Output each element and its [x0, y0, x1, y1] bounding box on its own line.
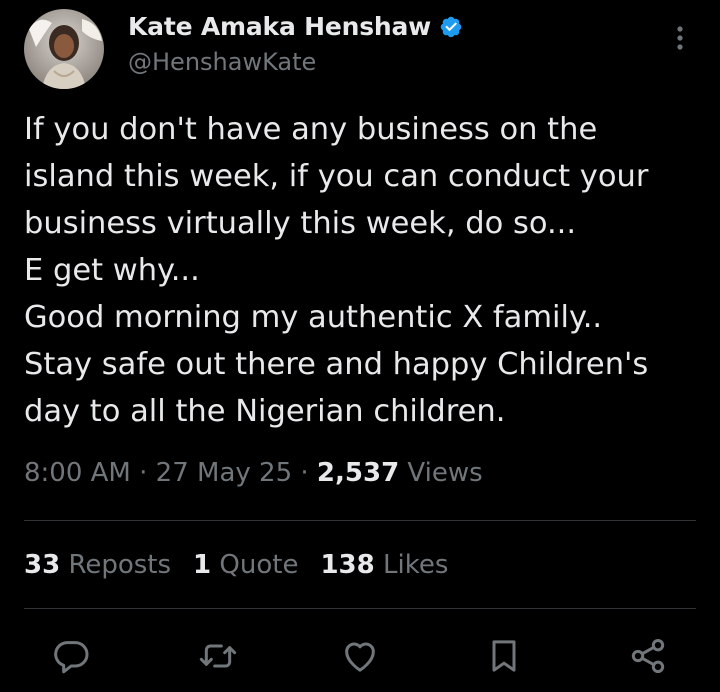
- tweet-line: business virtually this week, do so...: [24, 206, 577, 241]
- quotes-count: 1: [193, 550, 212, 580]
- avatar[interactable]: [24, 9, 104, 89]
- divider: [24, 608, 696, 609]
- author-handle[interactable]: @HenshawKate: [128, 48, 316, 76]
- heart-icon[interactable]: [340, 636, 380, 676]
- tweet-line: Good morning my authentic X family..: [24, 300, 603, 335]
- tweet-text: If you don't have any business on the is…: [24, 106, 709, 435]
- tweet-line: If you don't have any business on the: [24, 112, 598, 147]
- action-bar: [0, 636, 720, 680]
- reply-icon[interactable]: [52, 636, 92, 676]
- tweet-stats: 33 Reposts 1 Quote 138 Likes: [24, 550, 448, 580]
- bookmark-icon[interactable]: [484, 636, 524, 676]
- tweet-meta: 8:00 AM · 27 May 25 · 2,537 Views: [24, 458, 483, 488]
- meta-separator: ·: [130, 458, 156, 488]
- likes-count: 138: [320, 550, 375, 580]
- verified-badge-icon: [439, 15, 463, 39]
- quotes-stat[interactable]: 1 Quote: [193, 550, 298, 580]
- reposts-stat[interactable]: 33 Reposts: [24, 550, 171, 580]
- author-name[interactable]: Kate Amaka Henshaw: [128, 12, 431, 41]
- reposts-count: 33: [24, 550, 61, 580]
- reposts-label: Reposts: [60, 550, 172, 580]
- likes-stat[interactable]: 138 Likes: [320, 550, 448, 580]
- share-icon[interactable]: [628, 636, 668, 676]
- more-vertical-icon[interactable]: [664, 22, 696, 54]
- tweet-line: E get why...: [24, 253, 200, 288]
- tweet-line: island this week, if you can conduct you…: [24, 159, 649, 194]
- tweet-time[interactable]: 8:00 AM: [24, 458, 131, 488]
- views-count: 2,537: [316, 458, 400, 488]
- likes-label: Likes: [374, 550, 449, 580]
- tweet-date[interactable]: 27 May 25: [156, 458, 292, 488]
- tweet-line: Stay safe out there and happy Children's: [24, 347, 649, 382]
- tweet-line: day to all the Nigerian children.: [24, 394, 506, 429]
- repost-icon[interactable]: [198, 636, 238, 676]
- views-label: Views: [399, 458, 483, 488]
- divider: [24, 520, 696, 521]
- quotes-label: Quote: [211, 550, 299, 580]
- meta-separator: ·: [292, 458, 317, 488]
- tweet-header: Kate Amaka Henshaw @HenshawKate: [0, 0, 720, 100]
